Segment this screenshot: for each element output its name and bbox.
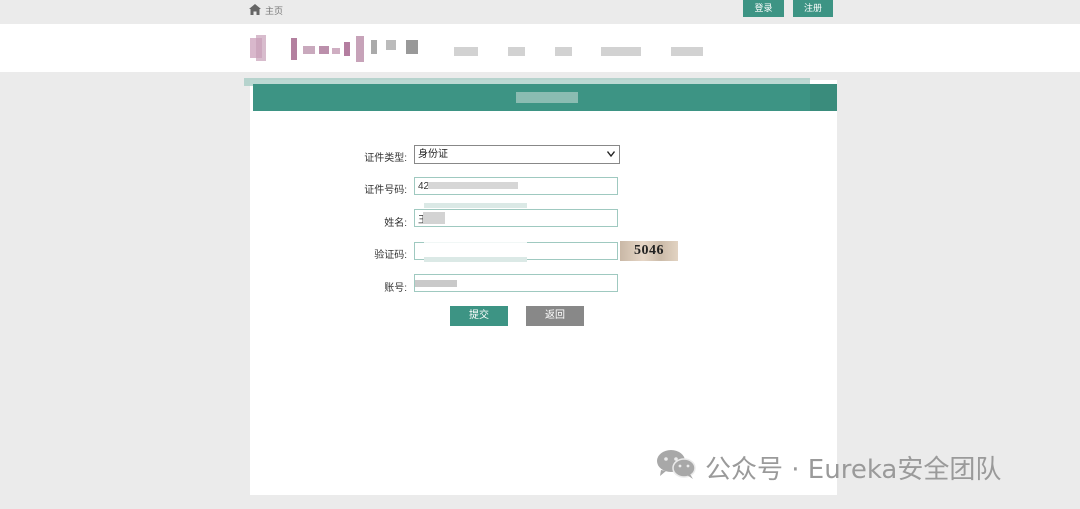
- name-redaction: [423, 212, 445, 224]
- id-type-selected: 身份证: [418, 149, 448, 160]
- name-label: 姓名:: [384, 218, 407, 229]
- nav-item-4[interactable]: [601, 47, 641, 56]
- id-number-redaction: [428, 182, 518, 189]
- site-logo[interactable]: [246, 34, 426, 64]
- chevron-down-icon: [607, 151, 615, 157]
- home-icon[interactable]: [249, 4, 261, 15]
- nav-item-1[interactable]: [454, 47, 478, 56]
- autocomplete-overlay-line-2: [424, 257, 527, 262]
- id-type-select[interactable]: 身份证: [414, 145, 620, 164]
- captcha-image[interactable]: 5046: [620, 241, 678, 261]
- nav-item-5[interactable]: [671, 47, 703, 56]
- nav-item-2[interactable]: [508, 47, 525, 56]
- account-label: 账号:: [384, 283, 407, 294]
- submit-button[interactable]: 提交: [450, 306, 508, 326]
- home-link[interactable]: 主页: [265, 4, 283, 17]
- nav-item-3[interactable]: [555, 47, 572, 56]
- register-button[interactable]: 注册: [793, 0, 833, 17]
- id-number-label: 证件号码:: [364, 185, 407, 196]
- wechat-icon: [657, 450, 696, 479]
- login-button[interactable]: 登录: [743, 0, 784, 17]
- panel-title-bar-edge: [810, 84, 837, 111]
- watermark-text: 公众号 · Eureka安全团队: [705, 455, 1002, 485]
- panel-title-redacted: [516, 92, 578, 103]
- captcha-label: 验证码:: [374, 250, 407, 261]
- autocomplete-overlay-line-1: [424, 203, 527, 208]
- id-type-label: 证件类型:: [364, 153, 407, 164]
- autocomplete-overlay: [424, 228, 527, 258]
- site-header: [0, 24, 1080, 72]
- top-utility-bar: [0, 0, 1080, 20]
- account-redaction: [415, 280, 457, 287]
- back-button[interactable]: 返回: [526, 306, 584, 326]
